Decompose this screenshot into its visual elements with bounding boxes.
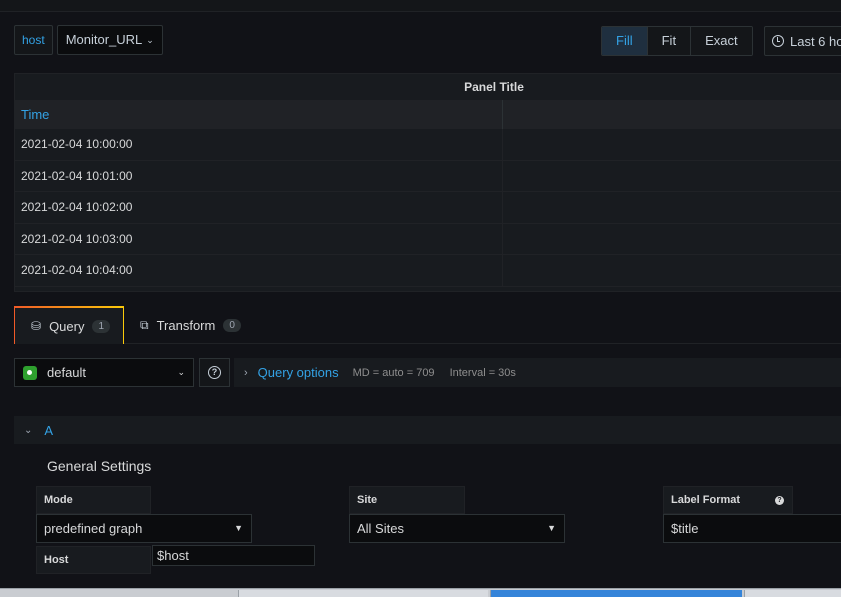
column-header-time[interactable]: Time <box>15 100 503 129</box>
query-options-md: MD = auto = 709 <box>352 366 435 379</box>
view-mode-fit-button[interactable]: Fit <box>646 27 691 55</box>
label-format-text: Label Format <box>671 494 741 506</box>
tab-query-count: 1 <box>92 319 111 333</box>
time-range-picker[interactable]: Last 6 hours <box>764 26 841 56</box>
os-taskbar <box>0 588 841 597</box>
question-icon: ? <box>208 366 221 379</box>
help-button[interactable]: ? <box>199 358 230 387</box>
chevron-down-icon: ⌄ <box>146 35 154 45</box>
table-cell-time: 2021-02-04 10:01:00 <box>15 160 503 191</box>
panel-title[interactable]: Panel Title <box>15 74 841 100</box>
tab-transform-label: Transform <box>156 317 216 333</box>
taskbar-window-item[interactable] <box>744 590 841 597</box>
caret-down-icon: ▼ <box>547 523 556 533</box>
tab-transform-count: 0 <box>223 318 241 332</box>
editor-tabs: ⛁ Query 1 ⧉ Transform 0 <box>14 306 841 344</box>
mode-select[interactable]: predefined graph ▼ <box>36 514 252 543</box>
variable-label: host <box>14 25 53 55</box>
transform-icon: ⧉ <box>140 317 149 332</box>
tab-transform[interactable]: ⧉ Transform 0 <box>124 306 257 344</box>
query-options-label: Query options <box>257 365 339 380</box>
table-cell-time: 2021-02-04 10:03:00 <box>15 223 503 254</box>
site-label: Site <box>349 486 465 514</box>
table-cell-time: 2021-02-04 10:00:00 <box>15 129 503 160</box>
caret-down-icon: ▼ <box>234 523 243 533</box>
section-title: General Settings <box>47 458 152 474</box>
database-icon: ⛁ <box>31 319 42 333</box>
table-cell-time: 2021-02-04 10:02:00 <box>15 192 503 223</box>
query-ref-id: A <box>44 422 54 438</box>
table-row: 2021-02-04 10:04:00 <box>15 255 841 287</box>
table-panel: Panel Title Time 2021-02-04 10:00:00 202… <box>14 73 841 292</box>
table-row: 2021-02-04 10:03:00 <box>15 223 841 255</box>
query-options-toggle[interactable]: › Query options MD = auto = 709 Interval… <box>234 358 841 387</box>
site-value: All Sites <box>357 521 404 536</box>
taskbar-window-item[interactable] <box>238 590 488 597</box>
query-row-header[interactable]: ⌄ A <box>14 416 841 444</box>
tab-query-label: Query <box>49 318 85 334</box>
variable-row: host Monitor_URL ⌄ <box>14 25 163 55</box>
variable-value: Monitor_URL <box>65 32 143 47</box>
label-format-label: Label Format ? <box>663 486 793 514</box>
label-format-value: $title <box>671 521 699 536</box>
datasource-picker[interactable]: default ⌄ <box>14 358 194 387</box>
view-mode-fill-button[interactable]: Fill <box>602 27 647 55</box>
host-value: $host <box>157 548 189 563</box>
table-row: 2021-02-04 10:02:00 <box>15 192 841 224</box>
clock-icon <box>772 35 784 47</box>
site-select[interactable]: All Sites ▼ <box>349 514 565 543</box>
chevron-right-icon: › <box>244 366 248 379</box>
mode-value: predefined graph <box>44 521 143 536</box>
table-header: Time <box>15 100 841 129</box>
view-mode-exact-button[interactable]: Exact <box>690 27 752 55</box>
datasource-name: default <box>47 365 87 380</box>
top-bar <box>0 0 841 12</box>
time-range-label: Last 6 hours <box>790 33 841 49</box>
taskbar-window-item-active[interactable] <box>490 590 742 597</box>
table-cell-time: 2021-02-04 10:04:00 <box>15 255 503 286</box>
tab-query[interactable]: ⛁ Query 1 <box>14 306 124 344</box>
label-format-input[interactable]: $title <box>663 514 841 543</box>
host-label: Host <box>36 546 151 574</box>
chevron-down-icon: ⌄ <box>24 424 33 436</box>
host-input[interactable]: $host <box>152 545 315 566</box>
query-toolbar: default ⌄ ? › Query options MD = auto = … <box>14 358 841 387</box>
view-mode-toggle: Fill Fit Exact <box>601 26 753 56</box>
table-row: 2021-02-04 10:01:00 <box>15 160 841 192</box>
table-row: 2021-02-04 10:00:00 <box>15 129 841 161</box>
datasource-logo-icon <box>23 365 37 380</box>
chevron-down-icon: ⌄ <box>177 367 185 377</box>
info-icon[interactable]: ? <box>775 496 784 505</box>
variable-select[interactable]: Monitor_URL ⌄ <box>56 25 163 55</box>
mode-label: Mode <box>36 486 151 514</box>
query-options-interval: Interval = 30s <box>449 366 516 379</box>
